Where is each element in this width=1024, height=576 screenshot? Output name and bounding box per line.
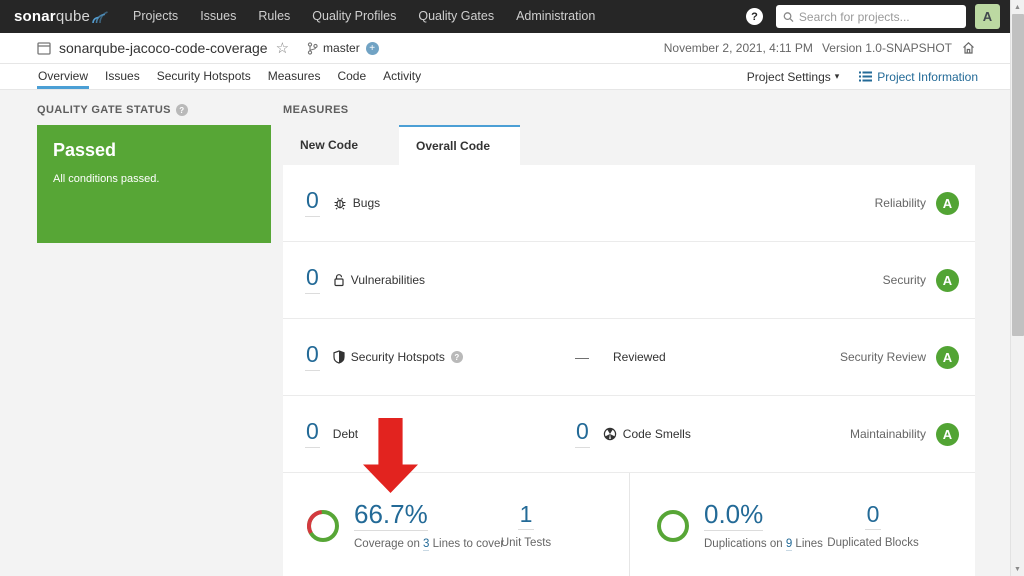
chevron-down-icon: ▾ — [835, 71, 840, 82]
quality-gate-status: Passed — [53, 140, 255, 161]
tab-activity[interactable]: Activity — [382, 65, 422, 89]
reviewed-label: Reviewed — [613, 350, 666, 364]
global-search[interactable] — [776, 5, 966, 28]
security-hotspots-help-icon[interactable]: ? — [451, 351, 463, 363]
sonarqube-logo[interactable]: sonarqube — [14, 8, 108, 25]
measures-panel: 0 Bugs Reliability A 0 — [283, 165, 975, 576]
security-label: Security — [883, 273, 926, 287]
tab-measures[interactable]: Measures — [267, 65, 322, 89]
maintainability-rating-badge: A — [936, 423, 959, 446]
unit-tests-count[interactable]: 1 — [518, 503, 535, 530]
tab-code[interactable]: Code — [336, 65, 367, 89]
tab-issues[interactable]: Issues — [104, 65, 141, 89]
measure-row-vulnerabilities: 0 Vulnerabilities Security A — [283, 242, 975, 319]
lock-icon — [333, 273, 345, 287]
project-tabs: Overview Issues Security Hotspots Measur… — [0, 64, 1010, 90]
project-settings-label: Project Settings — [747, 70, 831, 84]
project-title: sonarqube-jacoco-code-coverage — [59, 40, 268, 56]
shield-icon — [333, 350, 345, 364]
debt-label[interactable]: Debt — [333, 427, 358, 441]
help-icon[interactable]: ? — [746, 8, 763, 25]
vulnerabilities-label[interactable]: Vulnerabilities — [351, 273, 425, 287]
duplicated-blocks-label: Duplicated Blocks — [808, 537, 938, 549]
tab-overview[interactable]: Overview — [37, 65, 89, 89]
reliability-label: Reliability — [875, 196, 926, 210]
nav-item-quality-gates[interactable]: Quality Gates — [407, 0, 505, 33]
top-nav: sonarqube Projects Issues Rules Quality … — [0, 0, 1010, 33]
measure-row-security-hotspots: 0 Security Hotspots ? — Reviewed — [283, 319, 975, 396]
branch-info-icon[interactable]: + — [366, 42, 379, 55]
coverage-desc-prefix: Coverage on — [354, 538, 423, 550]
tab-overall-code[interactable]: Overall Code — [399, 125, 520, 165]
search-input[interactable] — [799, 10, 959, 24]
bug-icon — [333, 196, 347, 210]
coverage-donut-icon — [305, 508, 341, 544]
vertical-divider — [629, 473, 630, 576]
measure-row-bugs: 0 Bugs Reliability A — [283, 165, 975, 242]
security-rating-badge: A — [936, 269, 959, 292]
measures-title-text: MEASURES — [283, 104, 349, 116]
project-icon — [37, 41, 51, 55]
nav-item-quality-profiles[interactable]: Quality Profiles — [301, 0, 407, 33]
nav-item-rules[interactable]: Rules — [247, 0, 301, 33]
quality-gate-detail: All conditions passed. — [53, 173, 255, 185]
tab-security-hotspots[interactable]: Security Hotspots — [156, 65, 252, 89]
page-scrollbar[interactable]: ▲ ▼ — [1010, 0, 1024, 576]
project-information-label: Project Information — [877, 70, 978, 84]
duplications-measure: 0.0% Duplications on 9 Lines — [655, 501, 823, 550]
duplicated-blocks-measure: 0 Duplicated Blocks — [808, 503, 938, 549]
logo-text-light: qube — [56, 8, 90, 25]
quality-gate-title-text: QUALITY GATE STATUS — [37, 104, 171, 116]
unit-tests-measure: 1 Unit Tests — [466, 503, 586, 549]
code-smells-label[interactable]: Code Smells — [623, 427, 691, 441]
debt-value[interactable]: 0 — [305, 420, 320, 448]
security-hotspots-count[interactable]: 0 — [305, 343, 320, 371]
quality-gate-section-title: QUALITY GATE STATUS ? — [37, 104, 271, 116]
bugs-label[interactable]: Bugs — [353, 196, 380, 210]
duplications-ring-icon — [655, 508, 691, 544]
branch-icon — [307, 42, 318, 55]
maintainability-label: Maintainability — [850, 427, 926, 441]
code-smells-icon — [603, 427, 617, 441]
vulnerabilities-count[interactable]: 0 — [305, 266, 320, 294]
nav-item-issues[interactable]: Issues — [189, 0, 247, 33]
home-icon[interactable] — [961, 41, 976, 55]
coverage-percent[interactable]: 66.7% — [354, 501, 428, 531]
duplicated-blocks-count[interactable]: 0 — [865, 503, 882, 530]
security-review-rating-badge: A — [936, 346, 959, 369]
sonar-wave-icon — [92, 9, 108, 24]
scrollbar-up-icon[interactable]: ▲ — [1011, 0, 1024, 14]
unit-tests-label: Unit Tests — [466, 537, 586, 549]
security-review-label: Security Review — [840, 350, 926, 364]
project-version: Version 1.0-SNAPSHOT — [822, 41, 952, 55]
tab-new-code[interactable]: New Code — [283, 125, 399, 165]
search-icon — [783, 11, 794, 23]
sonarqube-app: sonarqube Projects Issues Rules Quality … — [0, 0, 1010, 576]
project-information-link[interactable]: Project Information — [859, 70, 978, 84]
reviewed-value: — — [575, 349, 589, 365]
reliability-rating-badge: A — [936, 192, 959, 215]
branch-name[interactable]: master — [323, 41, 360, 55]
logo-text-bold: sonar — [14, 8, 56, 25]
favorite-star-icon[interactable]: ☆ — [276, 39, 289, 57]
measures-tabs: New Code Overall Code — [283, 125, 975, 165]
quality-gate-status-card: Passed All conditions passed. — [37, 125, 271, 243]
duplications-description: Duplications on 9 Lines — [704, 538, 823, 550]
nav-item-projects[interactable]: Projects — [122, 0, 189, 33]
analysis-date: November 2, 2021, 4:11 PM — [664, 41, 813, 55]
bugs-count[interactable]: 0 — [305, 189, 320, 217]
user-avatar[interactable]: A — [975, 4, 1000, 29]
list-icon — [859, 71, 872, 82]
quality-gate-help-icon[interactable]: ? — [176, 104, 188, 116]
duplications-desc-prefix: Duplications on — [704, 538, 786, 550]
project-settings-menu[interactable]: Project Settings ▾ — [747, 70, 840, 84]
measures-section-title: MEASURES — [283, 104, 975, 116]
nav-item-administration[interactable]: Administration — [505, 0, 606, 33]
scrollbar-thumb[interactable] — [1012, 14, 1024, 336]
code-smells-count[interactable]: 0 — [575, 420, 590, 448]
security-hotspots-label[interactable]: Security Hotspots — [351, 350, 445, 364]
project-header: sonarqube-jacoco-code-coverage ☆ master … — [0, 33, 1010, 64]
duplications-percent[interactable]: 0.0% — [704, 501, 763, 531]
scrollbar-down-icon[interactable]: ▼ — [1011, 562, 1024, 576]
